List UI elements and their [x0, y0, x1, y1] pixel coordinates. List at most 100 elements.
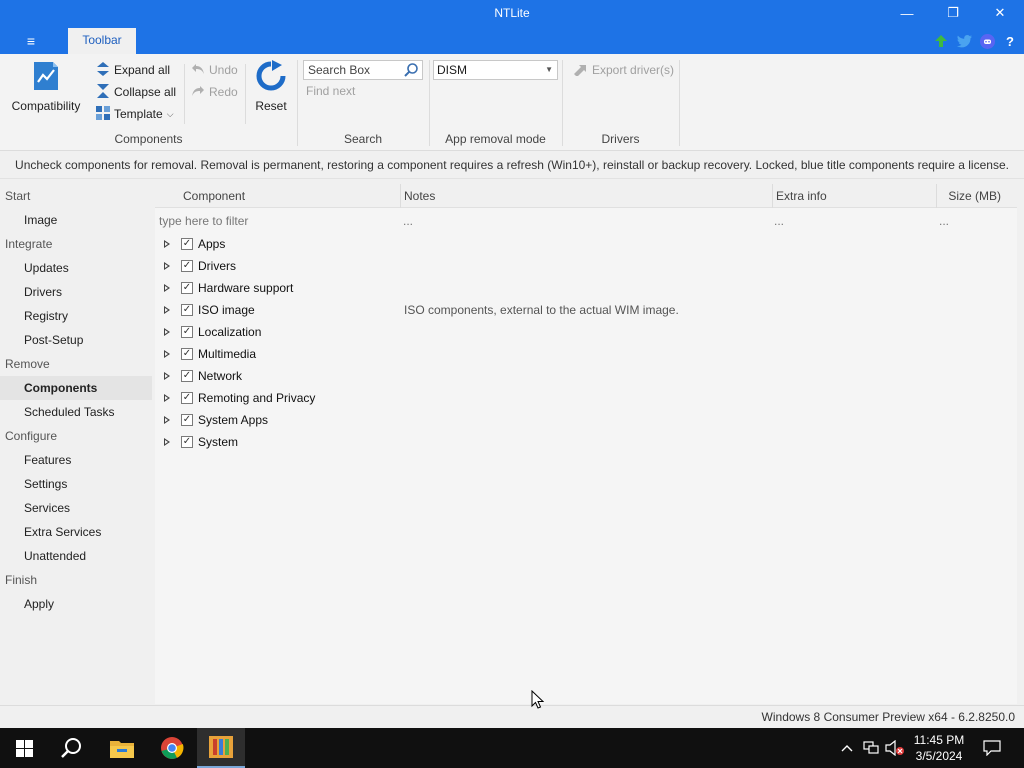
expand-arrow-icon[interactable] [164, 438, 170, 446]
notes-filter[interactable]: ... [403, 214, 413, 228]
windows-start-icon[interactable] [0, 728, 48, 768]
sidebar-item-services[interactable]: Services [0, 496, 152, 520]
sidebar-item-post-setup[interactable]: Post-Setup [0, 328, 152, 352]
search-input[interactable]: Search Box [303, 60, 423, 80]
expand-arrow-icon[interactable] [164, 306, 170, 314]
hamburger-menu-icon[interactable]: ≡ [20, 32, 42, 50]
table-row[interactable]: ✓ Drivers [155, 256, 1017, 278]
undo-button[interactable]: Undo [191, 60, 238, 80]
file-explorer-icon[interactable] [98, 728, 146, 768]
search-placeholder: Search Box [308, 63, 371, 77]
component-checkbox[interactable]: ✓ [181, 414, 193, 426]
expand-arrow-icon[interactable] [164, 262, 170, 270]
reset-label: Reset [255, 99, 287, 113]
ntlite-icon[interactable] [197, 728, 245, 768]
component-checkbox[interactable]: ✓ [181, 238, 193, 250]
sidebar-item-components[interactable]: Components [0, 376, 152, 400]
chrome-icon[interactable] [148, 728, 196, 768]
table-row[interactable]: ✓ ISO image ISO components, external to th… [155, 300, 1017, 322]
expand-arrow-icon[interactable] [164, 394, 170, 402]
expand-all-button[interactable]: Expand all [96, 60, 170, 80]
table-row[interactable]: ✓ System [155, 432, 1017, 454]
expand-arrow-icon[interactable] [164, 284, 170, 292]
clock-date: 3/5/2024 [915, 749, 963, 763]
notifications-icon[interactable] [978, 728, 1006, 768]
search-icon[interactable] [48, 728, 96, 768]
sidebar-item-features[interactable]: Features [0, 448, 152, 472]
discord-icon[interactable] [979, 33, 995, 49]
chevron-up-icon[interactable] [838, 728, 856, 768]
table-row[interactable]: ✓ Localization [155, 322, 1017, 344]
table-row[interactable]: ✓ Network [155, 366, 1017, 388]
expand-arrow-icon[interactable] [164, 372, 170, 380]
component-checkbox[interactable]: ✓ [181, 260, 193, 272]
table-row[interactable]: ✓ Hardware support [155, 278, 1017, 300]
table-row[interactable]: ✓ System Apps [155, 410, 1017, 432]
column-notes[interactable]: Notes [401, 184, 773, 208]
undo-icon [191, 63, 205, 78]
minimize-button[interactable]: — [884, 0, 930, 26]
sidebar-item-apply[interactable]: Apply [0, 592, 152, 616]
extra-filter[interactable]: ... [774, 214, 784, 228]
component-checkbox[interactable]: ✓ [181, 392, 193, 404]
twitter-icon[interactable] [956, 33, 972, 49]
mouse-cursor-icon [531, 689, 545, 713]
sidebar-item-extra-services[interactable]: Extra Services [0, 520, 152, 544]
sidebar-item-registry[interactable]: Registry [0, 304, 152, 328]
collapse-all-button[interactable]: Collapse all [96, 82, 176, 102]
app-removal-mode-select[interactable]: DISM ▼ [433, 60, 558, 80]
filter-row: type here to filter ... ... ... [155, 210, 1017, 232]
sidebar: Start Image Integrate Updates Drivers Registr… [0, 184, 152, 704]
filter-input[interactable]: type here to filter [159, 214, 248, 228]
sidebar-item-scheduled-tasks[interactable]: Scheduled Tasks [0, 400, 152, 424]
component-checkbox[interactable]: ✓ [181, 348, 193, 360]
size-filter[interactable]: ... [939, 214, 949, 228]
compatibility-button[interactable]: Compatibility [8, 60, 84, 113]
table-row[interactable]: ✓ Multimedia [155, 344, 1017, 366]
component-checkbox[interactable]: ✓ [181, 304, 193, 316]
sidebar-item-image[interactable]: Image [0, 208, 152, 232]
chevron-down-icon: ⌵ [166, 108, 174, 119]
column-extra-info[interactable]: Extra info [773, 184, 937, 208]
component-label: Drivers [198, 259, 236, 273]
table-row[interactable]: ✓ Remoting and Privacy [155, 388, 1017, 410]
component-checkbox[interactable]: ✓ [181, 436, 193, 448]
expand-arrow-icon[interactable] [164, 350, 170, 358]
component-label: Hardware support [198, 281, 294, 295]
sidebar-item-unattended[interactable]: Unattended [0, 544, 152, 568]
export-icon [572, 62, 588, 79]
maximize-button[interactable]: ❐ [930, 0, 976, 26]
redo-button[interactable]: Redo [191, 82, 238, 102]
close-button[interactable]: ✕ [977, 0, 1023, 26]
window-title: NTLite [494, 6, 530, 20]
network-icon[interactable] [861, 728, 881, 768]
find-next-button[interactable]: Find next [306, 84, 355, 98]
volume-muted-icon[interactable] [884, 728, 906, 768]
component-checkbox[interactable]: ✓ [181, 370, 193, 382]
component-checkbox[interactable]: ✓ [181, 282, 193, 294]
template-label: Template [114, 107, 163, 121]
sidebar-item-updates[interactable]: Updates [0, 256, 152, 280]
upgrade-arrow-icon[interactable] [933, 33, 949, 49]
search-icon[interactable] [403, 62, 419, 83]
expand-arrow-icon[interactable] [164, 240, 170, 248]
compatibility-label: Compatibility [11, 99, 81, 113]
template-button[interactable]: Template ⌵ [96, 104, 174, 124]
help-icon[interactable]: ? [1002, 33, 1018, 49]
table-row[interactable]: ✓ Apps [155, 234, 1017, 256]
system-clock[interactable]: 11:45 PM 3/5/2024 [906, 732, 972, 764]
taskbar: 11:45 PM 3/5/2024 [0, 728, 1024, 768]
export-drivers-button[interactable]: Export driver(s) [572, 60, 674, 80]
expand-arrow-icon[interactable] [164, 328, 170, 336]
component-checkbox[interactable]: ✓ [181, 326, 193, 338]
column-component[interactable]: Component [155, 184, 401, 208]
sidebar-item-settings[interactable]: Settings [0, 472, 152, 496]
column-size[interactable]: Size (MB) [937, 184, 1017, 208]
sidebar-item-drivers[interactable]: Drivers [0, 280, 152, 304]
expand-arrow-icon[interactable] [164, 416, 170, 424]
tab-toolbar[interactable]: Toolbar [68, 28, 136, 54]
template-icon [96, 105, 110, 123]
components-panel: Component Notes Extra info Size (MB) typ… [155, 184, 1017, 704]
reset-button[interactable]: Reset [252, 60, 290, 113]
sidebar-section-remove: Remove [5, 357, 50, 371]
